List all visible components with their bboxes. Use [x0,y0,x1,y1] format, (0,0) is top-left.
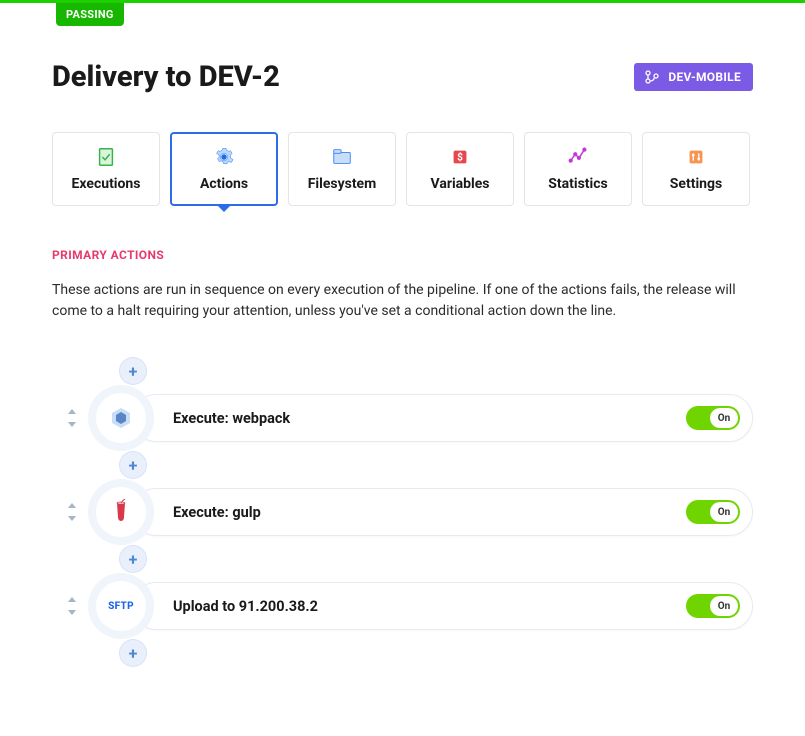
tab-label: Filesystem [308,176,377,192]
status-badge: PASSING [56,3,124,26]
plus-icon: + [129,644,138,663]
tabs: Executions Actions Filesystem $ Variable… [52,132,753,206]
action-row: SFTP Upload to 91.200.38.2 On [52,578,753,634]
tab-variables[interactable]: $ Variables [406,132,514,206]
drag-handle[interactable] [52,484,92,540]
add-action-button[interactable]: + [120,452,146,478]
tab-label: Settings [670,176,722,192]
plus-icon: + [129,550,138,569]
gear-icon [213,146,235,168]
tab-executions[interactable]: Executions [52,132,160,206]
toggle-label: On [710,596,738,616]
dev-mobile-label: DEV-MOBILE [668,70,741,84]
section-heading: PRIMARY ACTIONS [52,248,753,262]
drag-handle[interactable] [52,578,92,634]
branch-icon [644,69,660,85]
add-action-button[interactable]: + [120,546,146,572]
sftp-icon-text: SFTP [108,601,134,612]
sort-icon [65,409,79,427]
plus-icon: + [129,456,138,475]
webpack-icon [96,393,146,443]
dollar-icon: $ [449,146,471,168]
sliders-icon [685,146,707,168]
dev-mobile-button[interactable]: DEV-MOBILE [634,63,753,91]
action-title: Execute: webpack [173,410,290,427]
tab-label: Actions [200,176,248,192]
section-description: These actions are run in sequence on eve… [52,280,752,322]
action-title: Execute: gulp [173,504,261,521]
action-card[interactable]: Execute: webpack On [132,394,753,442]
action-card[interactable]: Upload to 91.200.38.2 On [132,582,753,630]
page-header: Delivery to DEV-2 DEV-MOBILE [52,60,753,94]
action-title: Upload to 91.200.38.2 [173,598,318,615]
sort-icon [65,503,79,521]
sftp-icon: SFTP [96,581,146,631]
action-toggle[interactable]: On [686,594,740,618]
action-toggle[interactable]: On [686,500,740,524]
document-check-icon [95,146,117,168]
add-action-button[interactable]: + [120,640,146,666]
sort-icon [65,597,79,615]
tab-actions[interactable]: Actions [170,132,278,206]
tab-label: Statistics [548,176,607,192]
action-row: Execute: webpack On [52,390,753,446]
gulp-icon [96,487,146,537]
action-card[interactable]: Execute: gulp On [132,488,753,536]
plus-icon: + [129,362,138,381]
toggle-label: On [710,502,738,522]
chart-line-icon [567,146,589,168]
action-row: Execute: gulp On [52,484,753,540]
page-title: Delivery to DEV-2 [52,60,280,94]
tab-settings[interactable]: Settings [642,132,750,206]
tab-label: Executions [72,176,141,192]
toggle-label: On [710,408,738,428]
add-action-button[interactable]: + [120,358,146,384]
tab-filesystem[interactable]: Filesystem [288,132,396,206]
folder-icon [331,146,353,168]
actions-flow: + Execute: webpack On + [52,358,753,666]
drag-handle[interactable] [52,390,92,446]
tab-statistics[interactable]: Statistics [524,132,632,206]
svg-text:$: $ [457,151,463,164]
tab-label: Variables [431,176,490,192]
action-toggle[interactable]: On [686,406,740,430]
